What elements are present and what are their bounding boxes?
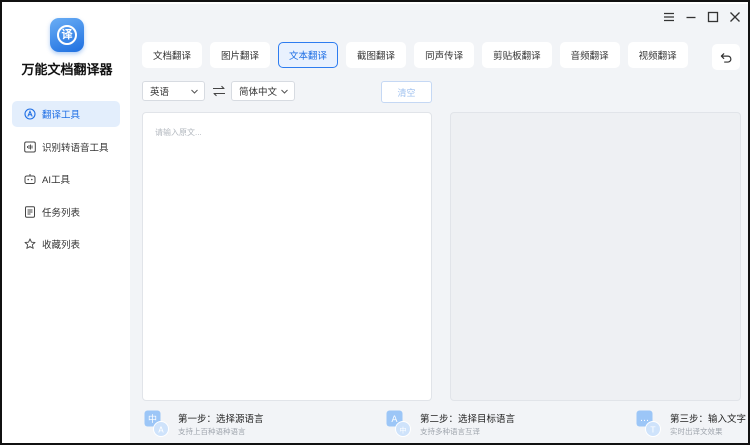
sidebar-item-label: AI工具 (42, 175, 70, 186)
tab-clipboard-translation[interactable]: 剪贴板翻译 (482, 42, 552, 68)
app-window: 译 万能文档翻译器 翻译工具 识别转语音工具 AI工具 任务列表 收藏列表 文档… (0, 0, 750, 445)
menu-icon[interactable] (662, 10, 676, 24)
target-language-step-icon: A 中 (386, 410, 411, 437)
main-area: 文档翻译 图片翻译 文本翻译 截图翻译 同声传译 剪贴板翻译 音频翻译 视频翻译… (130, 4, 748, 443)
step-two-title: 第二步：选择目标语言 (420, 414, 516, 425)
svg-text:…: … (640, 414, 649, 424)
step-three-subtitle: 实时出译文效果 (670, 427, 723, 436)
step-three-title: 第三步：输入文字 (670, 414, 747, 425)
translation-output (450, 112, 741, 401)
step-two-subtitle: 支持多种语言互译 (420, 427, 480, 436)
audio-wave-icon (24, 141, 36, 153)
sidebar: 译 万能文档翻译器 翻译工具 识别转语音工具 AI工具 任务列表 收藏列表 (4, 4, 130, 443)
step-one-subtitle: 支持上百种语种语言 (178, 427, 246, 436)
target-language-value: 简体中文 (239, 87, 278, 98)
target-language-select[interactable]: 简体中文 (231, 81, 295, 101)
sidebar-item-task-list[interactable]: 任务列表 (12, 199, 120, 225)
sidebar-item-label: 翻译工具 (42, 110, 81, 121)
undo-icon (720, 52, 731, 63)
window-controls (662, 10, 742, 24)
svg-text:T: T (650, 426, 656, 435)
svg-text:中: 中 (400, 426, 407, 435)
source-language-step-icon: 中 A (144, 410, 169, 437)
svg-text:A: A (158, 426, 164, 435)
sidebar-item-favorites[interactable]: 收藏列表 (12, 231, 120, 257)
logo-glyph: 译 (57, 25, 77, 45)
step-one-title: 第一步：选择源语言 (178, 414, 264, 425)
sidebar-item-speech-tools[interactable]: 识别转语音工具 (12, 134, 120, 160)
back-button[interactable] (712, 44, 740, 70)
maximize-icon[interactable] (706, 10, 720, 24)
robot-icon (24, 173, 36, 185)
tab-image-translation[interactable]: 图片翻译 (210, 42, 271, 68)
function-tabs: 文档翻译 图片翻译 文本翻译 截图翻译 同声传译 剪贴板翻译 音频翻译 视频翻译 (142, 42, 688, 68)
tab-text-translation[interactable]: 文本翻译 (278, 42, 339, 68)
minimize-icon[interactable] (684, 10, 698, 24)
app-logo-icon: 译 (50, 18, 84, 52)
sidebar-nav: 翻译工具 识别转语音工具 AI工具 任务列表 收藏列表 (12, 101, 120, 264)
translate-icon (24, 108, 36, 120)
chevron-down-icon (281, 89, 288, 94)
tab-audio-translation[interactable]: 音频翻译 (559, 42, 620, 68)
tab-screenshot-translation[interactable]: 截图翻译 (346, 42, 407, 68)
source-language-value: 英语 (150, 87, 170, 98)
tab-video-translation[interactable]: 视频翻译 (627, 42, 688, 68)
source-text-input[interactable]: 请输入原文... (142, 112, 432, 401)
task-list-icon (24, 205, 36, 218)
sidebar-item-label: 任务列表 (42, 207, 81, 219)
chevron-down-icon (191, 89, 198, 94)
source-text-placeholder: 请输入原文... (155, 128, 202, 137)
star-icon (24, 238, 36, 250)
tab-document-translation[interactable]: 文档翻译 (142, 42, 203, 68)
app-title: 万能文档翻译器 (21, 62, 113, 77)
close-icon[interactable] (728, 10, 742, 24)
tab-simultaneous-interpretation[interactable]: 同声传译 (414, 42, 475, 68)
swap-languages-icon[interactable] (212, 84, 226, 98)
sidebar-item-label: 收藏列表 (42, 240, 81, 251)
input-text-step-icon: … T (636, 410, 661, 437)
sidebar-item-label: 识别转语音工具 (42, 142, 109, 154)
sidebar-item-translate-tools[interactable]: 翻译工具 (12, 101, 120, 127)
source-language-select[interactable]: 英语 (142, 81, 205, 101)
sidebar-item-ai-tools[interactable]: AI工具 (12, 166, 120, 192)
clear-button[interactable]: 清空 (381, 81, 432, 103)
